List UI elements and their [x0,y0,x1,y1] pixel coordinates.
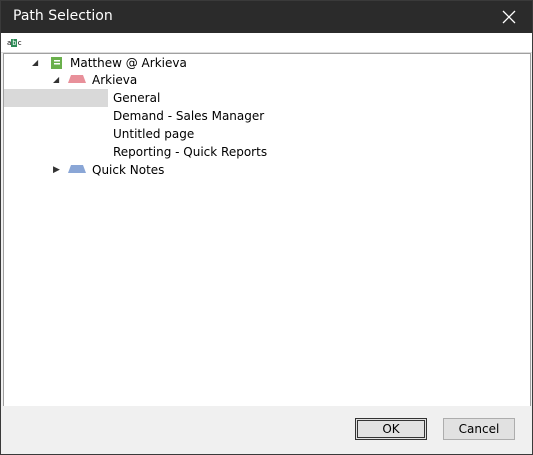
ok-button[interactable]: OK [355,418,427,440]
account-notebook-icon [51,57,62,69]
search-bar: abc [1,33,532,53]
tree-node-page[interactable]: Demand - Sales Manager [4,107,304,125]
tree-node-page[interactable]: Untitled page [4,125,304,143]
tree-node-notebook-quick-notes[interactable]: ▶ Quick Notes [4,161,304,179]
tree-node-notebook-arkieva[interactable]: ◢ Arkieva [4,71,304,89]
collapsed-caret-icon: ▶ [53,165,60,175]
expanded-caret-icon: ◢ [53,75,60,84]
tree-node-label: Demand - Sales Manager [113,109,265,123]
section-tab-icon [68,165,86,173]
close-button[interactable] [486,1,532,33]
close-icon [502,10,516,24]
tree-node-label: Reporting - Quick Reports [113,145,268,159]
tree-node-page[interactable]: Reporting - Quick Reports [4,143,304,161]
notebook-tree: ◢ Matthew @ Arkieva ◢ Arkieva General De… [3,53,531,407]
tree-node-label: Matthew @ Arkieva [70,56,187,70]
abc-search-icon: abc [7,39,22,47]
tree-node-label: Arkieva [92,73,138,87]
tree-node-account[interactable]: ◢ Matthew @ Arkieva [4,54,304,72]
expanded-caret-icon: ◢ [32,58,39,67]
tree-node-label: Untitled page [113,127,195,141]
title-bar: Path Selection [1,1,532,33]
path-selection-dialog: Path Selection abc ◢ Matthew @ Arkieva ◢ [0,0,533,455]
dialog-title: Path Selection [13,8,113,24]
tree-node-page[interactable]: General [4,89,304,107]
dialog-footer: OK Cancel [1,406,532,454]
cancel-button[interactable]: Cancel [443,418,515,440]
search-input[interactable] [27,35,526,51]
tree-node-label: General [113,91,161,105]
section-tab-icon [68,75,86,83]
tree-node-label: Quick Notes [92,163,165,177]
